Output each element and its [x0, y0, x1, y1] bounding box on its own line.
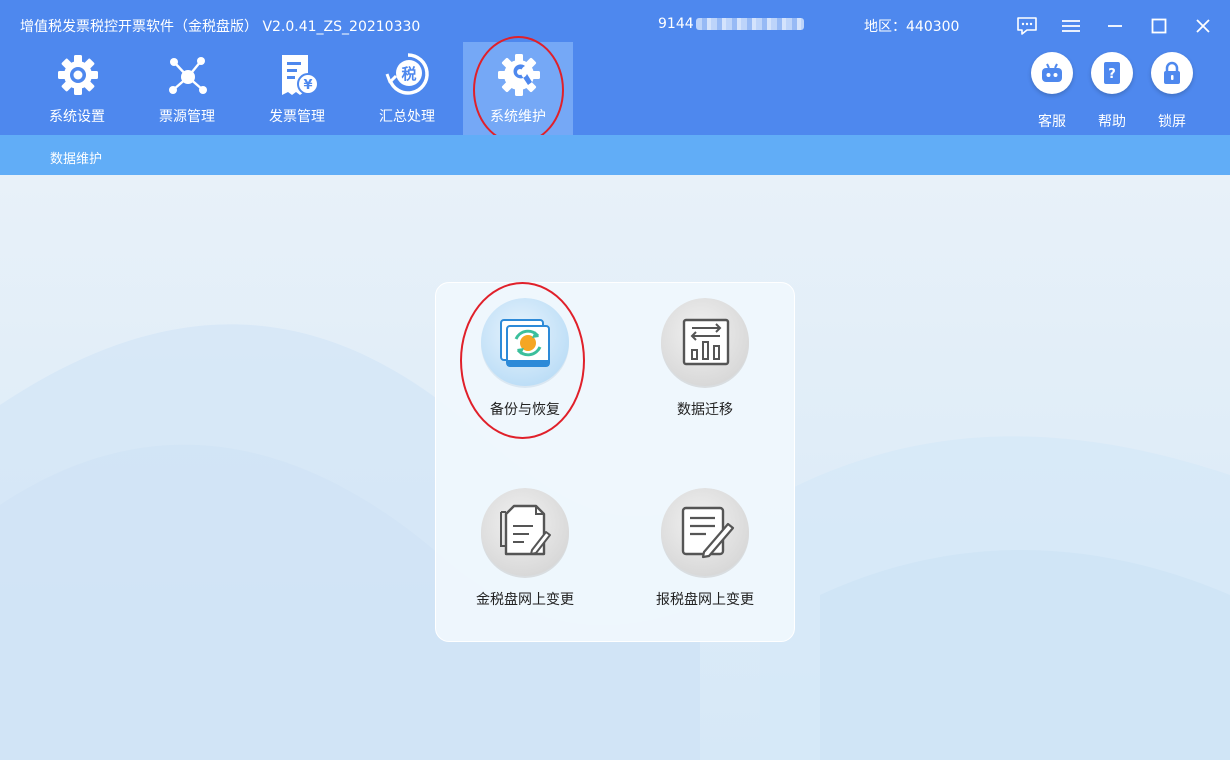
- help-book-icon: ?: [1104, 62, 1120, 84]
- gear-icon: [58, 55, 98, 95]
- tool-label: 锁屏: [1158, 114, 1186, 130]
- wrench-gear-icon: [498, 54, 540, 96]
- function-label: 备份与恢复: [490, 402, 560, 418]
- tax-id-redacted: [695, 18, 804, 30]
- tab-label: 票源管理: [159, 109, 215, 125]
- sub-navigation-bar: 数据维护: [0, 135, 1230, 175]
- tab-label: 汇总处理: [379, 109, 435, 125]
- tab-ticket-source[interactable]: 票源管理: [132, 42, 242, 135]
- subtab-data-maintenance[interactable]: 数据维护: [50, 148, 102, 167]
- tab-invoice-management[interactable]: ¥ 发票管理: [242, 42, 352, 135]
- function-label: 数据迁移: [677, 402, 733, 418]
- function-label: 金税盘网上变更: [476, 592, 574, 608]
- golden-tax-change-icon: [481, 488, 569, 578]
- tab-system-settings[interactable]: 系统设置: [22, 42, 132, 135]
- message-icon[interactable]: [1013, 12, 1041, 40]
- tool-circle: [1031, 52, 1073, 94]
- backup-restore-icon: [481, 298, 569, 388]
- app-title: 增值税发票税控开票软件（金税盘版） V2.0.41_ZS_20210330: [20, 19, 421, 35]
- tool-label: 客服: [1038, 114, 1066, 130]
- customer-service-button[interactable]: 客服: [1031, 52, 1075, 131]
- close-icon[interactable]: [1189, 12, 1217, 40]
- tool-circle: ?: [1091, 52, 1133, 94]
- tax-summary-icon: 税: [385, 53, 429, 95]
- tab-label: 系统维护: [490, 109, 546, 125]
- tab-label: 系统设置: [49, 109, 105, 125]
- tax-id-prefix: 9144: [658, 16, 694, 32]
- tax-disk-change-icon: [661, 488, 749, 578]
- lock-icon: [1164, 61, 1180, 84]
- region-label: 地区：440300: [864, 19, 960, 35]
- tab-summary[interactable]: 税 汇总处理: [352, 42, 462, 135]
- svg-text:税: 税: [401, 65, 416, 83]
- invoice-icon: ¥: [282, 55, 319, 95]
- svg-text:?: ?: [1108, 67, 1116, 82]
- tax-id: 9144: [658, 16, 804, 32]
- function-label: 报税盘网上变更: [656, 592, 754, 608]
- tool-circle: [1151, 52, 1193, 94]
- data-migration-icon: [661, 298, 749, 388]
- lock-screen-button[interactable]: 锁屏: [1151, 52, 1195, 131]
- robot-icon: [1042, 63, 1062, 82]
- minimize-icon[interactable]: [1101, 12, 1129, 40]
- tab-label: 发票管理: [269, 109, 325, 125]
- tab-system-maintenance[interactable]: 系统维护: [463, 42, 573, 135]
- svg-text:¥: ¥: [303, 78, 312, 93]
- tool-label: 帮助: [1098, 114, 1126, 130]
- network-icon: [169, 57, 207, 94]
- maximize-icon[interactable]: [1145, 12, 1173, 40]
- help-button[interactable]: ? 帮助: [1091, 52, 1135, 131]
- menu-icon[interactable]: [1057, 12, 1085, 40]
